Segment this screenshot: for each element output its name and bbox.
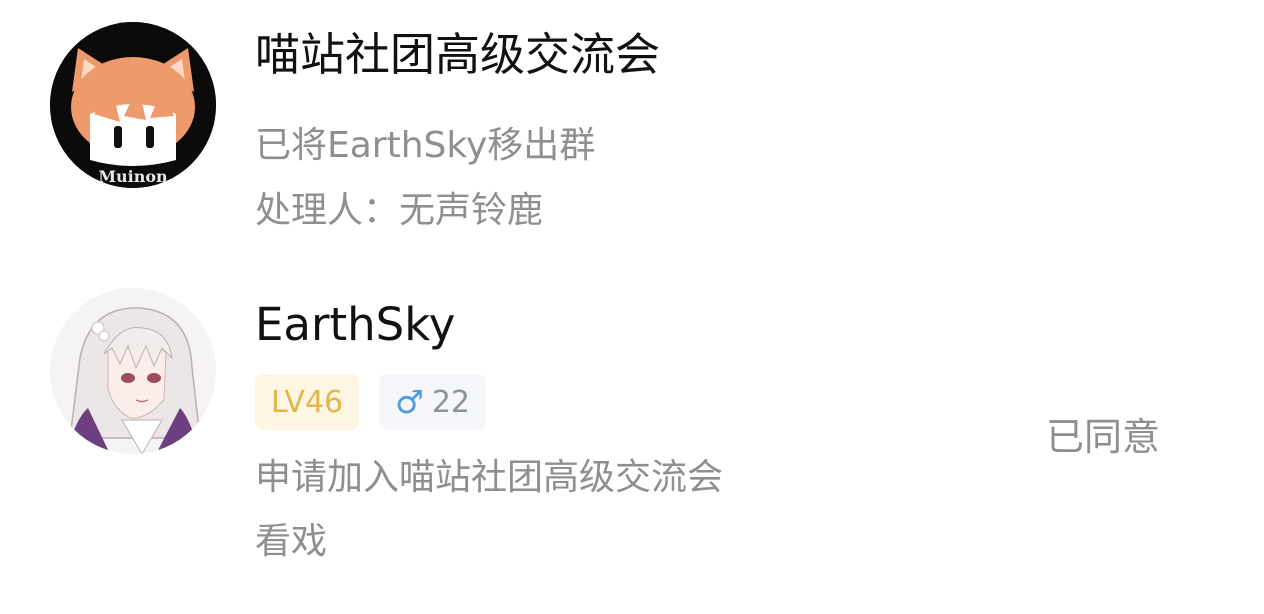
request-remark: 看戏 xyxy=(255,521,328,562)
level-text: LV46 xyxy=(271,384,344,420)
notification-join-request[interactable]: EarthSky LV46 ♂ 22 申请加入喵站社团高级交流会 看戏 已同意 xyxy=(0,280,1264,614)
notification-removal[interactable]: Muinon 喵站社团高级交流会 已将EarthSky移出群 处理人：无声铃鹿 xyxy=(0,0,1264,260)
gender-age-badge: ♂ 22 xyxy=(379,374,486,430)
group-name: 喵站社团高级交流会 xyxy=(255,28,661,81)
anime-girl-avatar-icon xyxy=(50,288,216,454)
svg-text:Muinon: Muinon xyxy=(98,167,168,186)
age-text: 22 xyxy=(431,384,470,420)
user-avatar[interactable] xyxy=(50,288,216,454)
notification-list: Muinon 喵站社团高级交流会 已将EarthSky移出群 处理人：无声铃鹿 xyxy=(0,0,1264,614)
user-name[interactable]: EarthSky xyxy=(255,300,455,350)
cat-ear-character-icon: Muinon xyxy=(50,22,216,188)
user-badges: LV46 ♂ 22 xyxy=(255,374,486,430)
handler-text: 处理人：无声铃鹿 xyxy=(255,190,544,231)
status-agreed-label: 已同意 xyxy=(1046,415,1161,459)
removal-message: 已将EarthSky移出群 xyxy=(255,125,596,166)
male-icon: ♂ xyxy=(395,383,424,421)
group-avatar[interactable]: Muinon xyxy=(50,22,216,188)
join-request-text: 申请加入喵站社团高级交流会 xyxy=(255,457,724,498)
level-badge: LV46 xyxy=(255,374,360,430)
